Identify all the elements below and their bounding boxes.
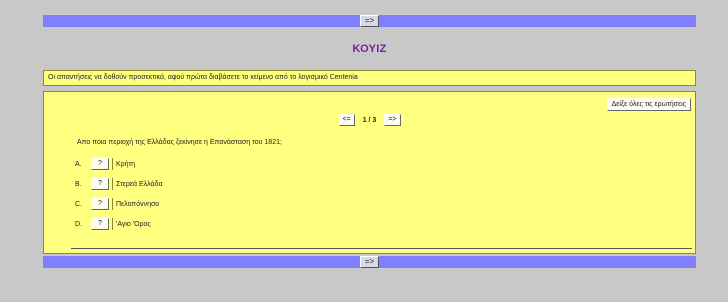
separator: [112, 218, 113, 230]
answer-text: Στερεά Ελλάδα: [116, 180, 163, 188]
answer-text: Κρήτη: [116, 160, 136, 168]
answer-letter: D.: [75, 220, 82, 228]
answer-option-a: A. ? Κρήτη: [75, 158, 135, 170]
quiz-frame: => ΚΟΥΙΖ Οι απαντήσεις να δοθούν προσεκτ…: [43, 15, 696, 268]
separator: [112, 178, 113, 190]
separator: [112, 158, 113, 170]
reveal-answer-button[interactable]: ?: [91, 198, 109, 210]
answer-letter: B.: [75, 180, 82, 188]
page-title: ΚΟΥΙΖ: [352, 43, 387, 55]
answer-letter: C.: [75, 200, 82, 208]
reveal-answer-button[interactable]: ?: [91, 218, 109, 230]
show-all-questions-button[interactable]: Δείξε όλες τις ερωτήσεις: [606, 98, 691, 111]
answer-option-d: D. ? 'Αγιο 'Ορος: [75, 218, 151, 230]
top-next-button[interactable]: =>: [359, 15, 380, 27]
next-question-button[interactable]: =>: [384, 114, 401, 126]
prev-question-button[interactable]: <=: [338, 114, 355, 126]
answer-option-b: B. ? Στερεά Ελλάδα: [75, 178, 163, 190]
answer-option-c: C. ? Πελοπόννησο: [75, 198, 159, 210]
reveal-answer-button[interactable]: ?: [91, 158, 109, 170]
bottom-nav-bar: =>: [43, 256, 696, 268]
question-text: Απο ποια περιοχή της Ελλάδας ξεκίνησε η …: [77, 139, 282, 146]
top-nav-bar: =>: [43, 15, 696, 27]
bottom-next-button[interactable]: =>: [359, 256, 380, 268]
reveal-answer-button[interactable]: ?: [91, 178, 109, 190]
page-indicator: 1 / 3: [362, 116, 377, 124]
question-panel: Δείξε όλες τις ερωτήσεις <= 1 / 3 => Απο…: [43, 91, 696, 254]
instructions-notice: Οι απαντήσεις να δοθούν προσεκτικά, αφού…: [43, 70, 696, 86]
answer-text: 'Αγιο 'Ορος: [116, 220, 151, 228]
answer-letter: A.: [75, 160, 82, 168]
separator: [112, 198, 113, 210]
divider: [71, 248, 692, 249]
answer-text: Πελοπόννησο: [116, 200, 160, 208]
question-navigation: <= 1 / 3 =>: [44, 114, 695, 126]
